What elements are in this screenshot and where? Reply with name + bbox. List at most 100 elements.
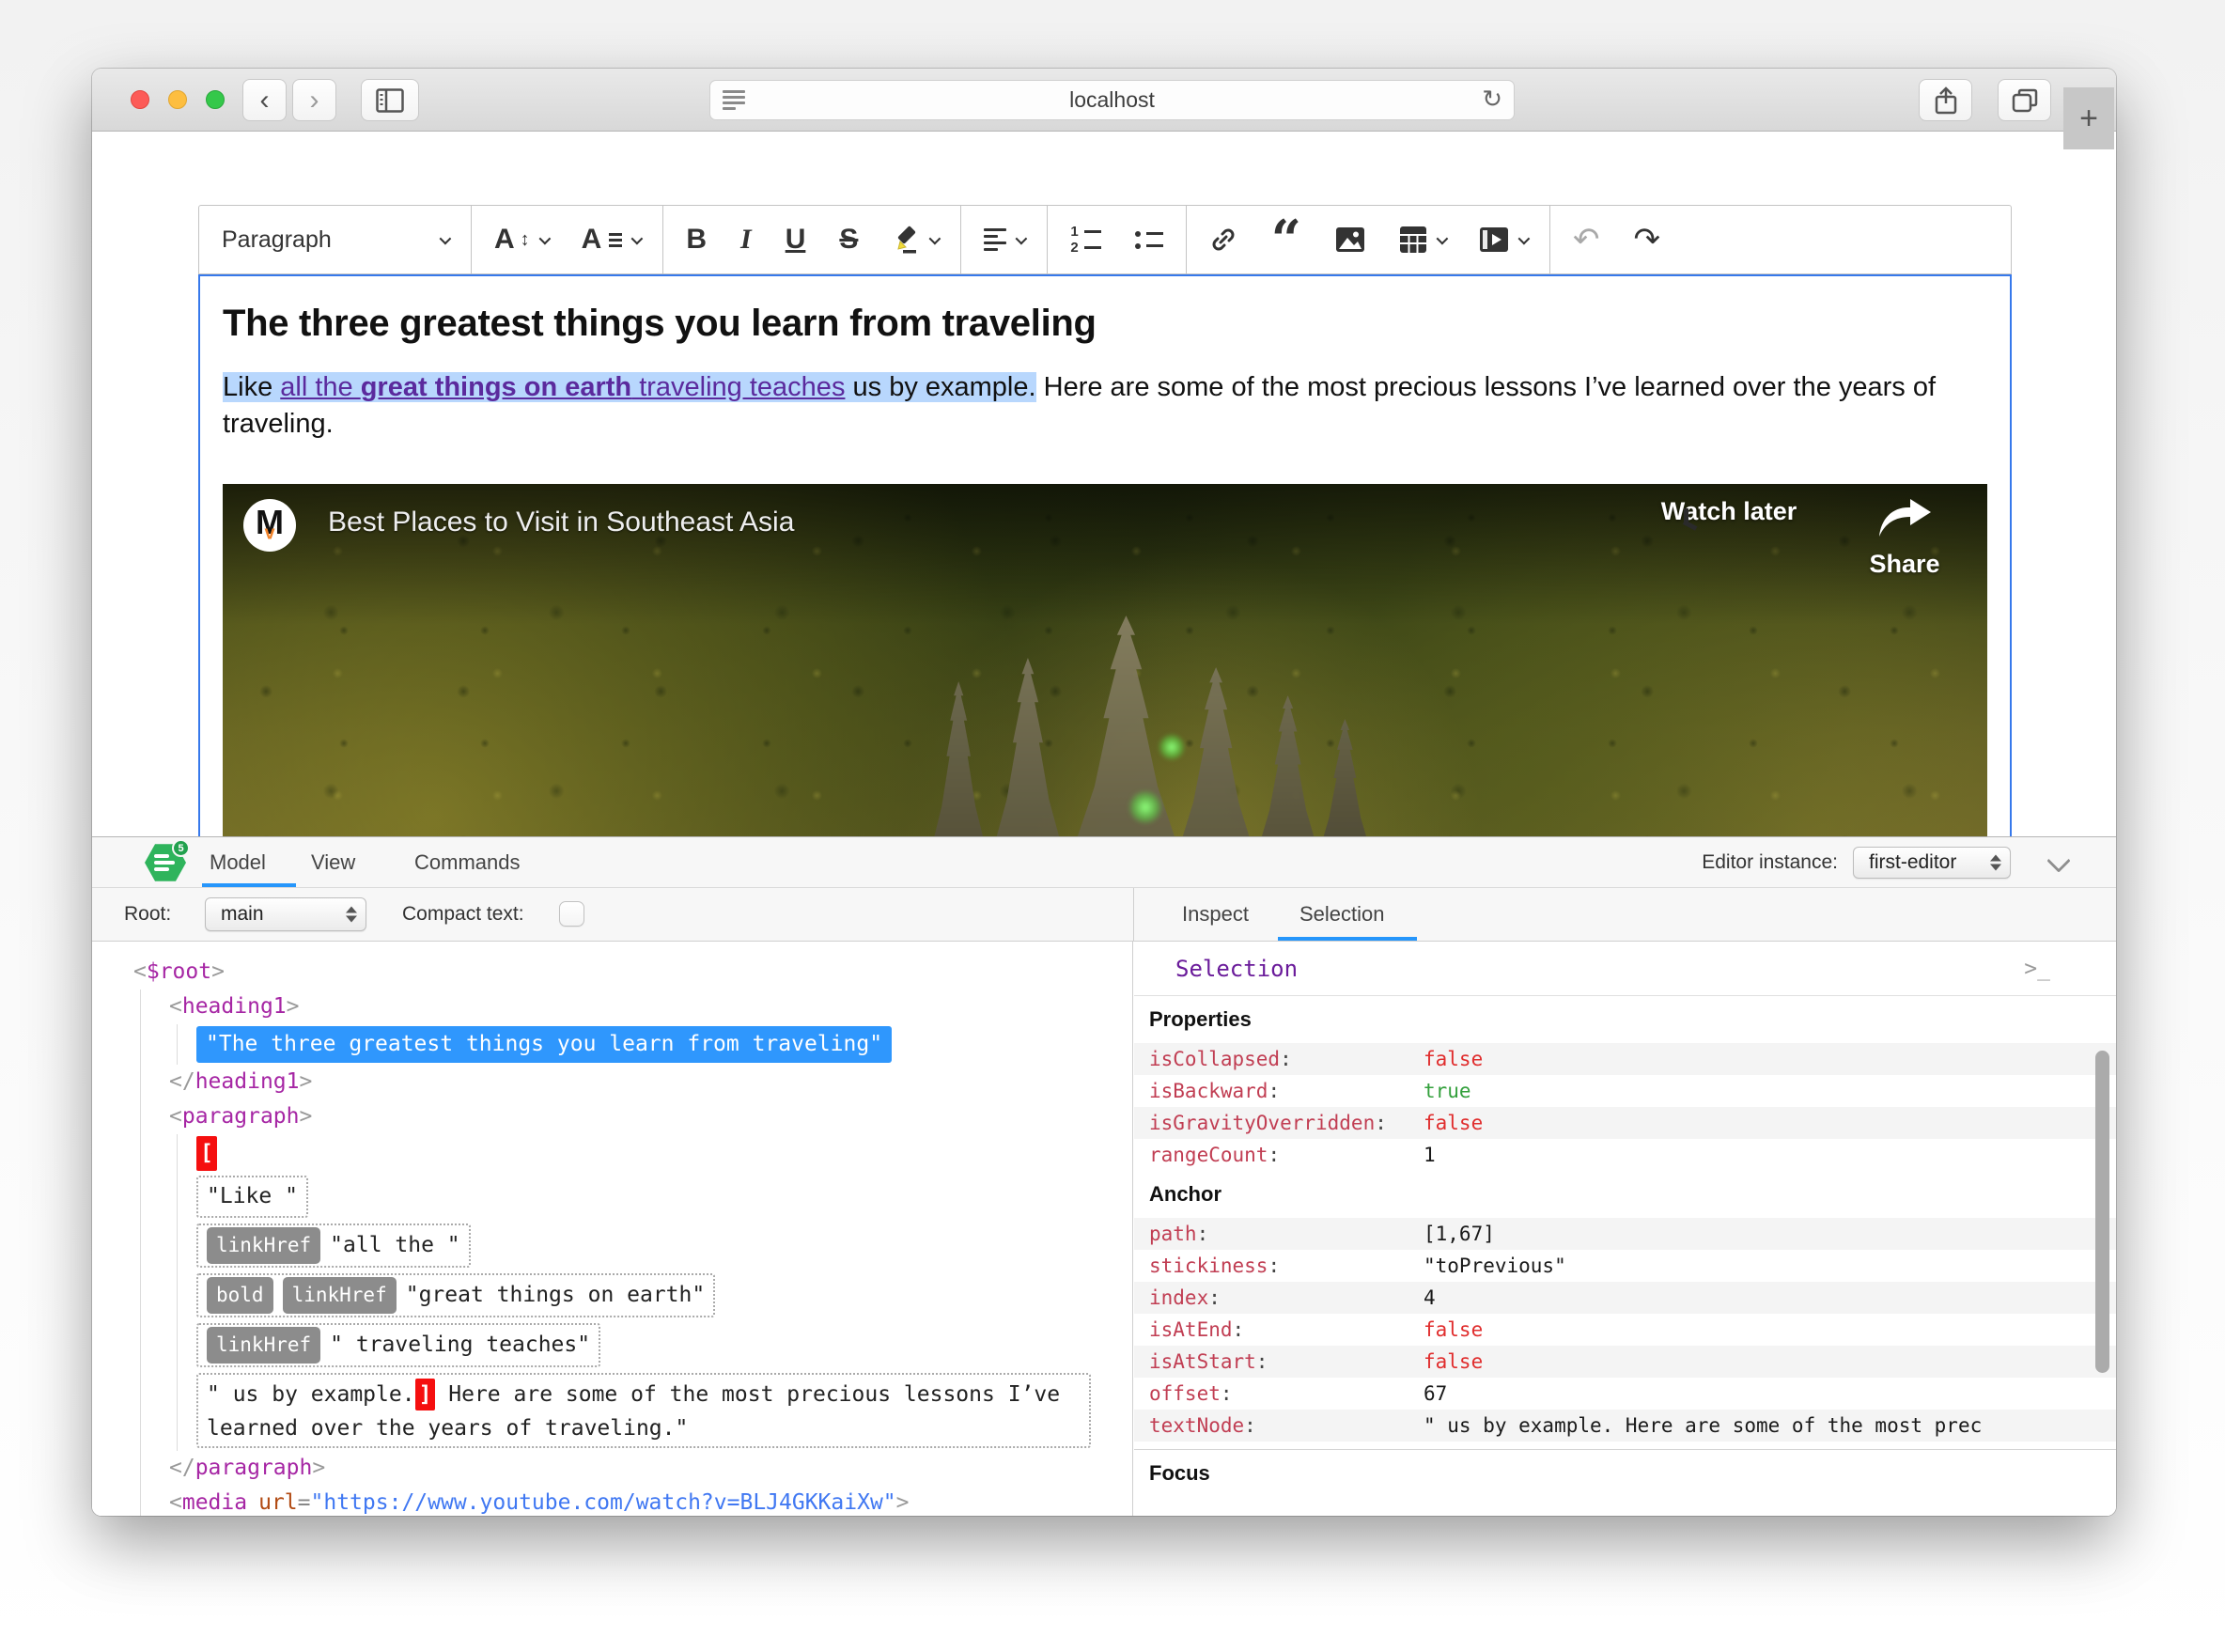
font-size-button[interactable]: A ↕ bbox=[494, 224, 551, 256]
undo-button[interactable]: ↶ bbox=[1573, 221, 1600, 258]
tree-text-node[interactable]: " us by example.] Here are some of the m… bbox=[196, 1373, 1091, 1448]
tree-node-media-open[interactable]: mediaurl"https://www.youtube.com/watch?v… bbox=[169, 1486, 1132, 1516]
forward-button[interactable]: › bbox=[292, 79, 336, 121]
chevron-down-icon bbox=[538, 232, 551, 244]
insert-image-button[interactable] bbox=[1335, 226, 1365, 253]
redo-button[interactable]: ↷ bbox=[1633, 221, 1660, 258]
editor-editable-area[interactable]: The three greatest things you learn from… bbox=[198, 274, 2012, 932]
tree-node-paragraph-close[interactable]: paragraph bbox=[169, 1451, 1132, 1486]
tab-overview-button[interactable] bbox=[1998, 79, 2051, 121]
video-share-button[interactable]: Share bbox=[1839, 497, 1970, 579]
anchor-section-title: Anchor bbox=[1149, 1182, 1221, 1206]
plus-icon: + bbox=[2079, 100, 2098, 136]
root-label: Root: bbox=[124, 903, 172, 925]
tab-inspect[interactable]: Inspect bbox=[1182, 888, 1249, 941]
log-to-console-button[interactable]: >_ bbox=[2024, 942, 2050, 996]
tree-node-heading1-close[interactable]: heading1 bbox=[169, 1065, 1132, 1099]
font-family-icon: A bbox=[581, 224, 602, 255]
property-value: false bbox=[1424, 1350, 1484, 1373]
embedded-video[interactable]: M v Best Places to Visit in Southeast As… bbox=[223, 484, 1987, 888]
tree-text-node[interactable]: linkHref "all the " bbox=[196, 1223, 471, 1268]
video-title[interactable]: Best Places to Visit in Southeast Asia bbox=[328, 507, 794, 538]
share-icon bbox=[1935, 86, 1956, 114]
tab-overview-icon bbox=[2012, 88, 2037, 112]
address-bar[interactable]: localhost ↻ bbox=[709, 80, 1515, 120]
paragraph-style-dropdown[interactable]: Paragraph bbox=[199, 206, 472, 273]
numbered-list-button[interactable]: 1 2 bbox=[1070, 225, 1101, 255]
browser-viewport: Paragraph A ↕ A B I U S 1 2 “ ↶ ↷ The th… bbox=[92, 132, 2116, 1516]
chevron-down-icon bbox=[1517, 232, 1531, 244]
insert-media-button[interactable] bbox=[1479, 226, 1531, 253]
property-row: stickiness "toPrevious" bbox=[1134, 1250, 2116, 1282]
properties-section-title: Properties bbox=[1149, 1007, 1252, 1031]
highlighter-icon bbox=[897, 226, 917, 254]
compact-text-label: Compact text: bbox=[402, 903, 524, 925]
select-arrows-icon bbox=[1990, 854, 2001, 871]
property-value: 67 bbox=[1424, 1382, 1448, 1405]
text-alignment-button[interactable] bbox=[984, 225, 1028, 255]
text-link[interactable]: all the bbox=[280, 372, 360, 402]
property-key: stickiness bbox=[1149, 1255, 1424, 1277]
channel-avatar[interactable]: M v bbox=[243, 499, 296, 552]
insert-table-button[interactable] bbox=[1399, 226, 1449, 254]
attribute-badge-linkhref: linkHref bbox=[207, 1327, 321, 1364]
property-key: isAtEnd bbox=[1149, 1318, 1424, 1341]
panel-scrollbar-thumb[interactable] bbox=[2095, 1051, 2109, 1373]
editor-instance-select[interactable]: first-editor bbox=[1853, 847, 2011, 879]
link-button[interactable] bbox=[1209, 226, 1237, 254]
back-icon: ‹ bbox=[259, 84, 270, 116]
sidebar-button[interactable] bbox=[361, 79, 419, 121]
property-key: isCollapsed bbox=[1149, 1048, 1424, 1070]
properties-table: isCollapsed false isBackward true isGrav… bbox=[1134, 1043, 2116, 1171]
minimize-button[interactable] bbox=[168, 90, 187, 109]
zoom-button[interactable] bbox=[206, 90, 225, 109]
temple-tower bbox=[1175, 667, 1257, 860]
active-side-tab-indicator bbox=[1278, 937, 1417, 941]
image-icon bbox=[1335, 227, 1364, 252]
property-row: rangeCount 1 bbox=[1134, 1139, 2116, 1171]
property-row: isAtEnd false bbox=[1134, 1314, 2116, 1346]
share-button[interactable] bbox=[1919, 79, 1972, 121]
strikethrough-button[interactable]: S bbox=[839, 224, 858, 256]
bulleted-list-button[interactable] bbox=[1134, 230, 1163, 249]
tree-text-node[interactable]: bold linkHref "great things on earth" bbox=[196, 1273, 716, 1317]
tab-commands[interactable]: Commands bbox=[414, 837, 520, 887]
chevron-down-icon bbox=[630, 232, 644, 244]
refresh-icon[interactable]: ↻ bbox=[1482, 85, 1502, 114]
tab-view[interactable]: View bbox=[311, 837, 355, 887]
property-key: isAtStart bbox=[1149, 1350, 1424, 1373]
back-button[interactable]: ‹ bbox=[242, 79, 287, 121]
tree-text-node[interactable]: "Like " bbox=[196, 1176, 308, 1218]
tree-text-node[interactable]: linkHref " traveling teaches" bbox=[196, 1323, 601, 1367]
watch-later-button[interactable]: Watch later bbox=[1635, 497, 1823, 531]
underline-button[interactable]: U bbox=[786, 224, 806, 256]
italic-button[interactable]: I bbox=[740, 224, 752, 256]
close-button[interactable] bbox=[131, 90, 149, 109]
root-select[interactable]: main bbox=[205, 897, 366, 931]
reader-mode-icon[interactable] bbox=[723, 90, 745, 111]
highlight-button[interactable] bbox=[892, 225, 941, 255]
tab-selection[interactable]: Selection bbox=[1299, 888, 1385, 941]
ckeditor-logo-icon[interactable]: 5 bbox=[145, 839, 190, 882]
block-quote-button[interactable]: “ bbox=[1271, 213, 1301, 266]
attribute-badge-linkhref: linkHref bbox=[207, 1227, 321, 1264]
collapse-inspector-icon[interactable] bbox=[2046, 849, 2071, 873]
property-value: false bbox=[1424, 1318, 1484, 1341]
tree-node-paragraph-open[interactable]: paragraph bbox=[169, 1099, 1132, 1134]
tree-node-root[interactable]: $root bbox=[133, 955, 1132, 990]
chevron-down-icon bbox=[1015, 232, 1028, 244]
compact-text-checkbox[interactable] bbox=[559, 901, 584, 927]
tab-model[interactable]: Model bbox=[210, 837, 266, 887]
forward-icon: › bbox=[309, 84, 319, 116]
property-row: offset 67 bbox=[1134, 1378, 2116, 1410]
tree-node-heading1-open[interactable]: heading1 bbox=[169, 990, 1132, 1024]
text-link-bold[interactable]: great things on earth bbox=[361, 372, 631, 402]
tree-selected-text-node[interactable]: "The three greatest things you learn fro… bbox=[196, 1026, 893, 1063]
sidebar-icon bbox=[376, 87, 404, 113]
text-link[interactable]: traveling teaches bbox=[631, 372, 845, 402]
font-family-button[interactable]: A bbox=[581, 224, 644, 256]
url-text: localhost bbox=[1069, 87, 1155, 112]
bold-button[interactable]: B bbox=[686, 224, 707, 256]
new-tab-button[interactable]: + bbox=[2063, 87, 2114, 149]
bulleted-list-icon bbox=[1134, 230, 1163, 249]
